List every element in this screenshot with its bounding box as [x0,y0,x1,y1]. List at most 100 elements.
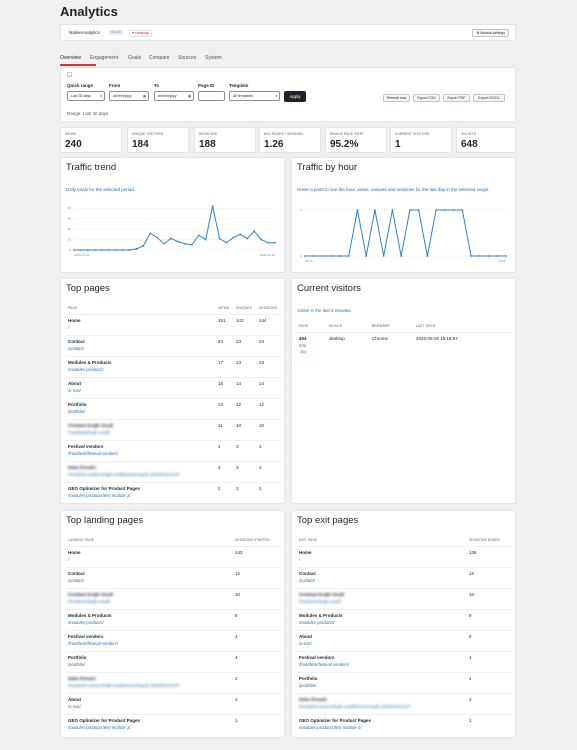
module-settings-button[interactable]: ⚙ Module settings [472,29,509,37]
table-row: Portfolio/portfolio/4 [66,651,281,672]
data-point [100,249,103,251]
series-line [74,206,275,251]
x-tick-label: 00:00 [305,259,313,263]
row-value: 4 [469,676,472,681]
row-title[interactable]: Festival vendors [68,634,104,639]
row-path: /modules-products/ [299,620,335,625]
data-point [470,255,472,257]
row-uniques: 14 [236,381,242,386]
template-select[interactable]: All templates ▾ [229,91,280,101]
row-title[interactable]: Festival vendors [299,655,335,660]
data-point [190,243,193,246]
data-point [330,255,333,257]
data-point [382,255,385,257]
row-title[interactable]: Portfolio [68,402,87,407]
row-path: /o-nas/ [68,388,81,393]
row-title[interactable]: Home [68,550,81,555]
row-title[interactable]: Festiwal Drujki Small [299,592,344,597]
row-title[interactable]: GEO Optimizer for Product Pages [68,486,140,491]
row-title[interactable]: About [68,697,81,702]
row-title[interactable]: GEO Optimizer for Product Pages [299,718,371,723]
page-title: Analytics [60,4,118,19]
row-title[interactable]: Contact [68,339,85,344]
tab-bar: Overview Engagement Goals Compare Source… [60,53,516,65]
status-badge: 404 [299,350,308,354]
tab-sources[interactable]: Sources [178,55,196,61]
row-uniques: 3 [236,465,239,470]
row-title[interactable]: Portfolio [299,676,318,681]
row-sessions: 13 [259,360,265,365]
row-title[interactable]: Home [299,550,312,555]
heatmap-badge[interactable]: ♥ Heatmap [129,29,153,37]
page-id-input[interactable] [198,91,225,101]
row-title[interactable]: GEO Optimizer for Product Pages [68,718,140,723]
row-title[interactable]: Modules & Products [299,613,343,618]
row-path: /modules-products/ [68,620,104,625]
tab-goals[interactable]: Goals [128,55,141,61]
collapse-chevron-icon[interactable]: ‹ [67,72,72,77]
row-path: / [68,325,70,330]
row-sessions: 12 [259,402,265,407]
row-views: 11 [218,423,223,428]
row-path: /modules-products/test-module-1/ [299,725,362,730]
quick-range-select[interactable]: Last 30 days ▾ [67,91,105,101]
to-label: To [154,83,160,88]
tab-overview[interactable]: Overview [60,55,81,61]
visitor-page[interactable]: 404 [299,336,307,341]
table-row: About/o-nas/3 [66,693,281,714]
tab-engagement[interactable]: Engagement [90,55,118,61]
data-point [93,249,96,251]
row-title[interactable]: Festiwal Drujki Small [68,592,113,597]
export-csv-button[interactable]: Export CSV [413,94,440,102]
apply-button[interactable]: Apply [284,91,306,102]
x-tick-label: 23:00 [498,259,506,263]
data-point [107,249,110,251]
row-uniques: 23 [236,339,242,344]
table-row: Festiwal Drujki Small/frontdesk/drujki-s… [66,588,281,609]
data-point [417,209,420,211]
row-title[interactable]: Contact [299,571,316,576]
row-value: 10 [469,592,475,597]
row-title[interactable]: About [68,381,81,386]
data-point [253,230,256,233]
data-point [121,249,124,251]
row-title[interactable]: Naka firma01 [68,676,96,681]
table-row: Noka firma01/frontdesk-entries/drujki-sm… [297,693,512,714]
card-subtitle: Hover a point to see the hour, views, un… [297,187,490,192]
data-point [197,234,200,237]
row-title[interactable]: Festiwal Drujki Small [68,423,113,428]
row-title[interactable]: Naka firma01 [68,465,96,470]
export-docx-button[interactable]: Export DOCX [473,94,505,102]
export-pdf-button[interactable]: Export PDF [443,94,470,102]
row-value: 3 [469,697,472,702]
data-point [246,237,249,240]
table-row: Home / 151 143 144 [66,314,281,335]
row-title[interactable]: Portfolio [68,655,87,660]
tab-compare[interactable]: Compare [149,55,170,61]
range-text: Range: Last 30 days [67,111,109,116]
data-point [225,241,228,244]
refresh-button[interactable]: Refresh now [383,94,410,102]
row-sessions: 10 [259,423,265,428]
card-title: Top exit pages [297,515,359,526]
row-title[interactable]: Modules & Products [68,360,112,365]
row-title[interactable]: Noka firma01 [299,697,327,702]
row-path: /frontdesk-entries/drujki-small/entries/… [68,683,180,688]
from-label: From [109,83,121,88]
row-value: 4 [469,655,472,660]
row-path: /modules-products/test-module-1/ [68,493,131,498]
stat-card-avg-pages: AVG PAGES / SESSION 1.26 [259,127,321,153]
row-title[interactable]: Modules & Products [68,613,112,618]
row-value: 8 [235,613,238,618]
table-row: Modules & Products/modules-products/9 [297,609,512,630]
tab-system[interactable]: System [205,55,222,61]
to-date-input[interactable]: dd/mm/yyyy ▦ [154,91,194,101]
row-sessions: 144 [259,318,267,323]
row-title[interactable]: Home [68,318,81,323]
row-title[interactable]: Contact [68,571,85,576]
from-date-input[interactable]: dd/mm/yyyy ▦ [109,91,149,101]
row-title[interactable]: Festival vendors [68,444,104,449]
chevron-down-icon: ▾ [100,94,102,98]
row-title[interactable]: About [299,634,312,639]
data-point [183,242,186,245]
